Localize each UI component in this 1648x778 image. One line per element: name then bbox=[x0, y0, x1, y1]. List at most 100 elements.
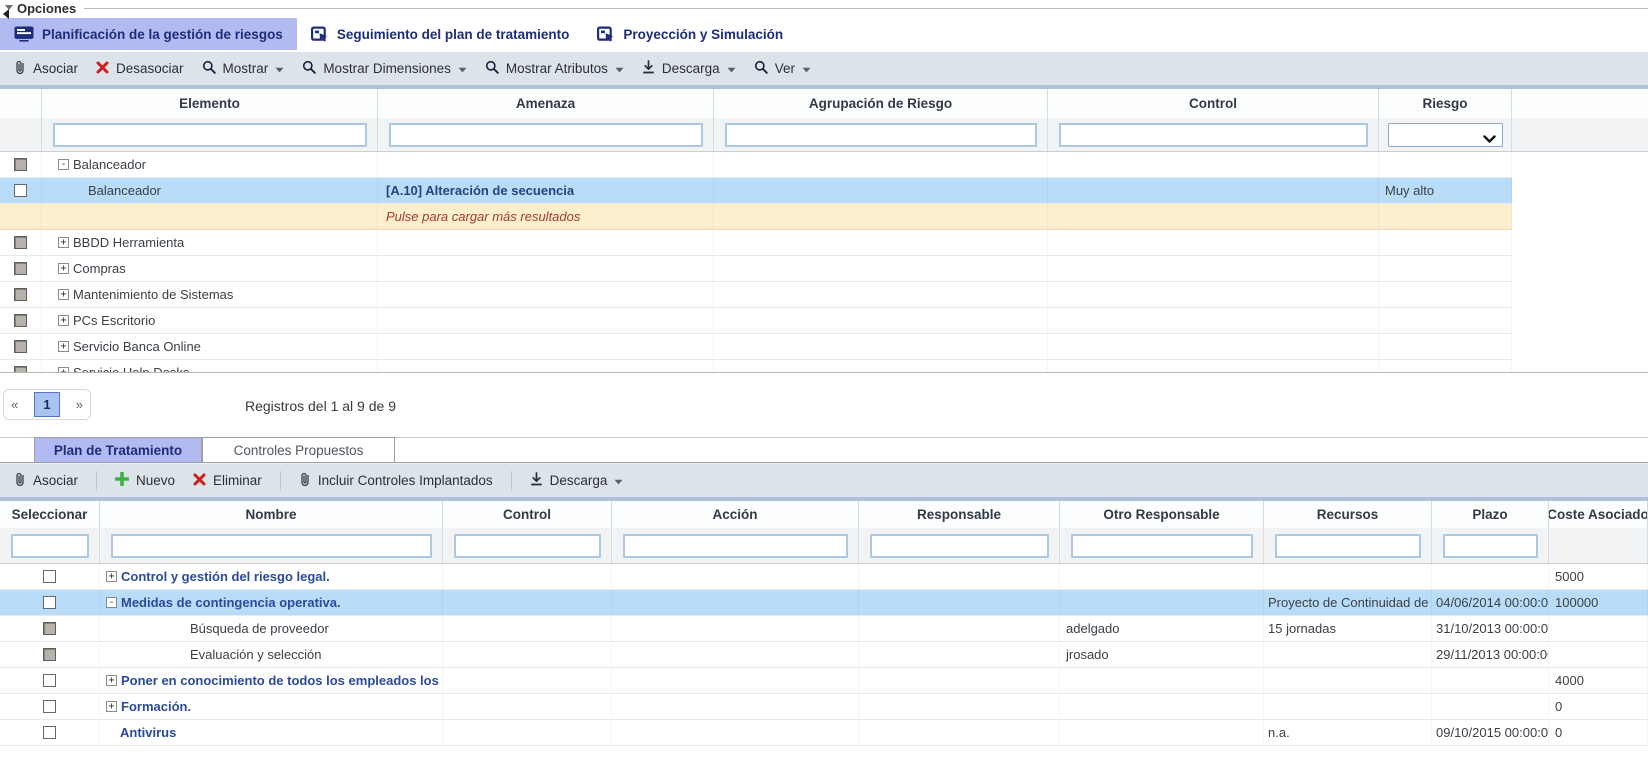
row-checkbox[interactable] bbox=[14, 184, 27, 197]
table-row[interactable]: -Medidas de contingencia operativa.Proye… bbox=[0, 590, 1648, 616]
mostrar-atributos-button[interactable]: Mostrar Atributos bbox=[485, 60, 624, 77]
row-checkbox[interactable] bbox=[43, 726, 56, 739]
control-filter-input[interactable] bbox=[454, 534, 601, 558]
column-header-agrupacion-de-riesgo[interactable]: Agrupación de Riesgo bbox=[714, 89, 1048, 118]
cell-plazo: 31/10/2013 00:00:00 bbox=[1432, 616, 1549, 641]
row-checkbox[interactable] bbox=[14, 340, 27, 353]
column-header-seleccionar[interactable]: Seleccionar bbox=[0, 501, 100, 528]
desasociar-button[interactable]: Desasociar bbox=[96, 61, 184, 77]
row-checkbox[interactable] bbox=[14, 236, 27, 249]
pagination-current-page[interactable]: 1 bbox=[34, 392, 60, 417]
table-row[interactable]: +Control y gestión del riesgo legal.5000 bbox=[0, 564, 1648, 590]
expand-toggle-icon[interactable]: + bbox=[58, 263, 69, 274]
tab-plan-de-tratamiento[interactable]: Plan de Tratamiento bbox=[34, 437, 202, 462]
table-row[interactable]: Balanceador[A.10] Alteración de secuenci… bbox=[0, 178, 1512, 204]
tab-seguimiento-del-plan-de-tratamiento[interactable]: Seguimiento del plan de tratamiento bbox=[297, 18, 584, 50]
asociar-button[interactable]: Asociar bbox=[14, 472, 78, 490]
descarga-button[interactable]: Descarga bbox=[642, 60, 736, 77]
control-filter-input[interactable] bbox=[1059, 123, 1368, 147]
table-row[interactable]: Búsqueda de proveedoradelgado15 jornadas… bbox=[0, 616, 1648, 642]
column-header-amenaza[interactable]: Amenaza bbox=[378, 89, 714, 118]
ver-button[interactable]: Ver bbox=[754, 60, 811, 77]
table-row[interactable]: +Poner en conocimiento de todos los empl… bbox=[0, 668, 1648, 694]
elemento-filter-input[interactable] bbox=[53, 123, 367, 147]
column-header-nombre[interactable]: Nombre bbox=[100, 501, 443, 528]
mostrar-button[interactable]: Mostrar bbox=[202, 60, 285, 77]
table-row[interactable]: Antivirusn.a.09/10/2015 00:00:000 bbox=[0, 720, 1648, 746]
table-row[interactable]: +Compras bbox=[0, 256, 1512, 282]
tab-planificacion-de-la-gestion-de-riesgos[interactable]: Planificación de la gestión de riesgos bbox=[0, 18, 297, 50]
coste-asociado-label: 4000 bbox=[1555, 673, 1584, 688]
column-header-control[interactable]: Control bbox=[443, 501, 612, 528]
row-checkbox[interactable] bbox=[43, 700, 56, 713]
tab-proyeccion-y-simulacion[interactable]: Proyección y Simulación bbox=[583, 18, 797, 50]
cell-control bbox=[1048, 334, 1379, 359]
eliminar-button[interactable]: Eliminar bbox=[193, 473, 262, 489]
nombre-label: Antivirus bbox=[120, 725, 176, 740]
nuevo-button[interactable]: Nuevo bbox=[115, 472, 175, 489]
row-checkbox[interactable] bbox=[43, 622, 56, 635]
row-checkbox[interactable] bbox=[14, 262, 27, 275]
row-checkbox[interactable] bbox=[43, 648, 56, 661]
row-checkbox[interactable] bbox=[43, 674, 56, 687]
asociar-button[interactable]: Asociar bbox=[14, 60, 78, 78]
row-checkbox[interactable] bbox=[14, 288, 27, 301]
column-header-riesgo[interactable]: Riesgo bbox=[1379, 89, 1512, 118]
pagination-last-button[interactable]: » bbox=[76, 397, 83, 412]
table-row[interactable]: +Servicio Banca Online bbox=[0, 334, 1512, 360]
plazo-label: 29/11/2013 00:00:00 bbox=[1436, 647, 1549, 662]
tab-controles-propuestos[interactable]: Controles Propuestos bbox=[202, 437, 395, 462]
column-header-plazo[interactable]: Plazo bbox=[1432, 501, 1549, 528]
cell-select bbox=[0, 308, 42, 333]
collapse-panel-arrow-icon[interactable] bbox=[3, 9, 9, 19]
column-header-coste-asociado[interactable]: Coste Asociado bbox=[1549, 501, 1648, 528]
table-row[interactable]: +Formación.0 bbox=[0, 694, 1648, 720]
row-checkbox[interactable] bbox=[43, 570, 56, 583]
table-row[interactable]: +Mantenimiento de Sistemas bbox=[0, 282, 1512, 308]
amenaza-filter-input[interactable] bbox=[389, 123, 703, 147]
row-checkbox[interactable] bbox=[14, 366, 27, 373]
table-row[interactable]: +BBDD Herramienta bbox=[0, 230, 1512, 256]
row-checkbox[interactable] bbox=[43, 596, 56, 609]
incluir-controles-implantados-button[interactable]: Incluir Controles Implantados bbox=[299, 472, 493, 490]
table-row[interactable]: -Balanceador bbox=[0, 152, 1512, 178]
column-header-responsable[interactable]: Responsable bbox=[859, 501, 1060, 528]
expand-toggle-icon[interactable]: + bbox=[106, 571, 117, 582]
column-header-otro-responsable[interactable]: Otro Responsable bbox=[1060, 501, 1264, 528]
plazo-label: 09/10/2015 00:00:00 bbox=[1436, 725, 1549, 740]
load-more-row[interactable]: Pulse para cargar más resultados bbox=[0, 204, 1512, 230]
expand-toggle-icon[interactable]: + bbox=[106, 675, 117, 686]
nombre-filter-input[interactable] bbox=[111, 534, 432, 558]
expand-toggle-icon[interactable]: + bbox=[106, 701, 117, 712]
responsable-filter-input[interactable] bbox=[870, 534, 1049, 558]
recursos-filter-input[interactable] bbox=[1275, 534, 1421, 558]
expand-toggle-icon[interactable]: + bbox=[58, 367, 69, 373]
riesgo-filter-select[interactable] bbox=[1388, 123, 1503, 147]
collapse-toggle-icon[interactable]: - bbox=[106, 597, 117, 608]
descarga-button[interactable]: Descarga bbox=[530, 472, 624, 489]
pagination-first-button[interactable]: « bbox=[11, 397, 18, 412]
dropdown-caret-icon bbox=[458, 61, 467, 76]
table-row[interactable]: +Servicio Help Desks bbox=[0, 360, 1512, 373]
agrupacion-de-riesgo-filter-input[interactable] bbox=[725, 123, 1037, 147]
seleccionar-filter-input[interactable] bbox=[11, 534, 89, 558]
expand-toggle-icon[interactable]: + bbox=[58, 289, 69, 300]
column-header-recursos[interactable]: Recursos bbox=[1264, 501, 1432, 528]
table-row[interactable]: +PCs Escritorio bbox=[0, 308, 1512, 334]
row-checkbox[interactable] bbox=[14, 158, 27, 171]
cell-accion bbox=[612, 590, 859, 615]
plazo-filter-input[interactable] bbox=[1443, 534, 1538, 558]
table-row[interactable]: Evaluación y selecciónjrosado29/11/2013 … bbox=[0, 642, 1648, 668]
collapse-toggle-icon[interactable]: - bbox=[58, 159, 69, 170]
expand-toggle-icon[interactable]: + bbox=[58, 315, 69, 326]
screen-cursor-icon bbox=[311, 26, 329, 42]
column-header-accion[interactable]: Acción bbox=[612, 501, 859, 528]
column-header-elemento[interactable]: Elemento bbox=[42, 89, 378, 118]
accion-filter-input[interactable] bbox=[623, 534, 848, 558]
column-header-control[interactable]: Control bbox=[1048, 89, 1379, 118]
otro-responsable-filter-input[interactable] bbox=[1071, 534, 1253, 558]
row-checkbox[interactable] bbox=[14, 314, 27, 327]
expand-toggle-icon[interactable]: + bbox=[58, 341, 69, 352]
expand-toggle-icon[interactable]: + bbox=[58, 237, 69, 248]
mostrar-dimensiones-button[interactable]: Mostrar Dimensiones bbox=[302, 60, 467, 77]
